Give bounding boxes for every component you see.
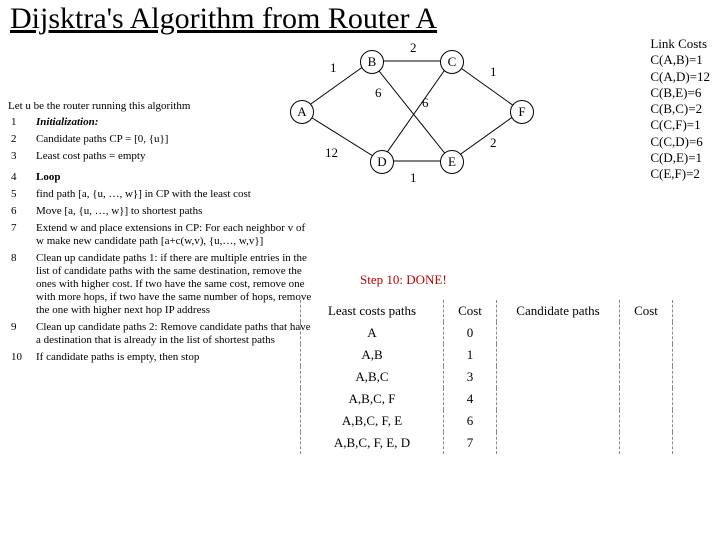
col-header: Cost: [444, 300, 497, 322]
edge-weight: 1: [330, 60, 337, 76]
least-cost-path: A,B,C, F, E: [301, 410, 444, 432]
least-cost-value: 6: [444, 410, 497, 432]
edge-weight: 6: [375, 85, 382, 101]
step-message: Step 10: DONE!: [360, 272, 447, 288]
col-header: Candidate paths: [497, 300, 620, 322]
link-cost-item: C(B,E)=6: [650, 85, 710, 101]
link-cost-item: C(E,F)=2: [650, 166, 710, 182]
edge-weight: 2: [410, 40, 417, 56]
page-title: Dijsktra's Algorithm from Router A: [10, 2, 437, 36]
least-cost-path: A: [301, 322, 444, 344]
link-costs: Link Costs C(A,B)=1C(A,D)=12C(B,E)=6C(B,…: [650, 36, 710, 182]
least-cost-path: A,B,C, F, E, D: [301, 432, 444, 454]
least-cost-value: 3: [444, 366, 497, 388]
link-cost-item: C(A,B)=1: [650, 52, 710, 68]
link-cost-item: C(D,E)=1: [650, 150, 710, 166]
link-cost-item: C(A,D)=12: [650, 69, 710, 85]
least-cost-path: A,B,C, F: [301, 388, 444, 410]
algo-intro: Let u be the router running this algorit…: [8, 100, 318, 113]
link-cost-item: C(C,D)=6: [650, 134, 710, 150]
node-c: C: [440, 50, 464, 74]
edge-weight: 2: [490, 135, 497, 151]
least-cost-path: A,B: [301, 344, 444, 366]
results-table: Least costs pathsCostCandidate pathsCost…: [300, 300, 673, 454]
algorithm-listing: Let u be the router running this algorit…: [8, 100, 318, 366]
edge-weight: 6: [422, 95, 429, 111]
least-cost-value: 7: [444, 432, 497, 454]
least-cost-value: 1: [444, 344, 497, 366]
link-cost-item: C(C,F)=1: [650, 117, 710, 133]
col-header: Cost: [620, 300, 673, 322]
least-cost-value: 4: [444, 388, 497, 410]
link-costs-heading: Link Costs: [650, 36, 710, 52]
node-e: E: [440, 150, 464, 174]
node-a: A: [290, 100, 314, 124]
link-cost-item: C(B,C)=2: [650, 101, 710, 117]
col-header: Least costs paths: [301, 300, 444, 322]
least-cost-value: 0: [444, 322, 497, 344]
least-cost-path: A,B,C: [301, 366, 444, 388]
edge-weight: 12: [325, 145, 338, 161]
node-d: D: [370, 150, 394, 174]
node-b: B: [360, 50, 384, 74]
edge-weight: 1: [410, 170, 417, 186]
node-f: F: [510, 100, 534, 124]
edge-weight: 1: [490, 64, 497, 80]
